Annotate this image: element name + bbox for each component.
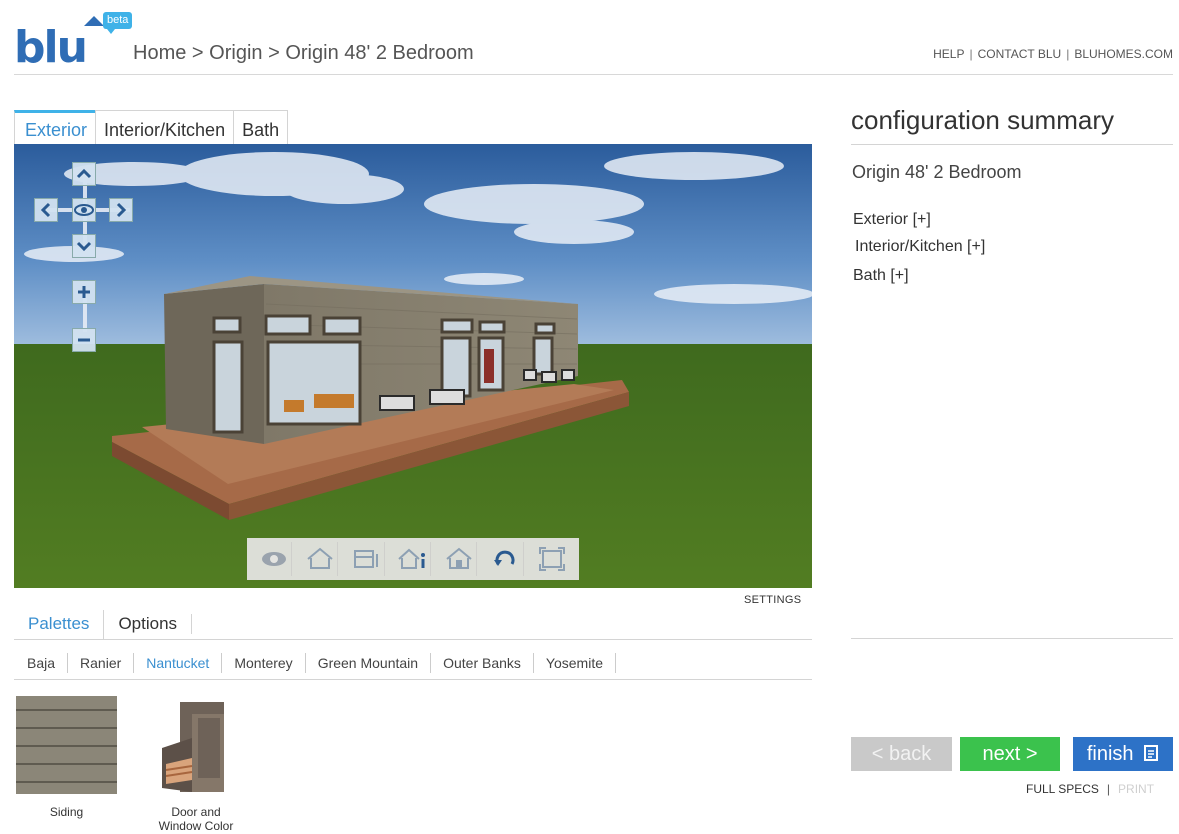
link-divider: | <box>1066 47 1070 61</box>
3d-viewer[interactable] <box>14 144 812 588</box>
view-tabs: Exterior Interior/Kitchen Bath <box>14 110 289 144</box>
contact-blu-link[interactable]: CONTACT BLU <box>978 47 1062 61</box>
logo-roof-icon <box>84 16 104 26</box>
swatch-label: Siding <box>49 805 84 819</box>
tab-exterior[interactable]: Exterior <box>14 110 97 144</box>
tab-palettes[interactable]: Palettes <box>14 610 105 640</box>
chevron-left-icon[interactable] <box>34 198 58 222</box>
view-toolbar <box>247 538 579 580</box>
panel-tabs: Palettes Options <box>14 610 812 640</box>
next-button[interactable]: next > <box>960 737 1060 771</box>
door-window-swatch-image <box>162 702 224 792</box>
palette-outer-banks[interactable]: Outer Banks <box>431 652 534 673</box>
summary-divider <box>851 144 1173 145</box>
logo-text: blu <box>14 22 88 73</box>
swatch-siding[interactable]: Siding <box>16 696 117 819</box>
house-info-icon[interactable] <box>395 542 431 576</box>
house-interior-icon[interactable] <box>441 542 478 576</box>
breadcrumb: Home > Origin > Origin 48' 2 Bedroom <box>133 42 474 65</box>
fullscreen-icon[interactable] <box>534 542 570 576</box>
summary-bottom-divider <box>851 638 1173 639</box>
full-specs-link[interactable]: FULL SPECS <box>1026 782 1099 796</box>
floorplan-icon[interactable] <box>349 542 385 576</box>
house-outline-icon[interactable] <box>302 542 339 576</box>
finish-label: finish <box>1086 743 1134 765</box>
swatch-door-window-color[interactable]: Door and Window Color <box>140 698 252 833</box>
eye-icon[interactable] <box>256 542 293 576</box>
siding-swatch-image <box>16 696 117 794</box>
finish-button[interactable]: finish <box>1073 737 1173 771</box>
breadcrumb-home[interactable]: Home <box>133 42 186 64</box>
breadcrumb-origin[interactable]: Origin <box>209 42 262 64</box>
summary-bath[interactable]: Bath [+] <box>853 267 909 285</box>
top-links: HELP | CONTACT BLU | BLUHOMES.COM <box>933 47 1173 61</box>
rotate-icon[interactable] <box>488 542 524 576</box>
model-name: Origin 48' 2 Bedroom <box>852 162 1022 182</box>
palette-yosemite[interactable]: Yosemite <box>534 652 616 673</box>
back-button[interactable]: < back <box>851 737 952 771</box>
chevron-down-icon[interactable] <box>72 234 96 258</box>
palette-list: Baja Ranier Nantucket Monterey Green Mou… <box>14 646 812 680</box>
palette-monterey[interactable]: Monterey <box>222 652 306 673</box>
blu-logo[interactable]: blu beta <box>14 12 139 73</box>
zoom-out-icon[interactable] <box>72 328 96 352</box>
chevron-right-icon[interactable] <box>109 198 133 222</box>
eye-icon[interactable] <box>72 198 96 222</box>
tab-bath[interactable]: Bath <box>233 110 289 144</box>
summary-interior-kitchen[interactable]: Interior/Kitchen [+] <box>855 238 985 256</box>
palette-baja[interactable]: Baja <box>14 652 69 673</box>
palette-ranier[interactable]: Ranier <box>68 653 133 673</box>
summary-exterior[interactable]: Exterior [+] <box>853 211 931 229</box>
breadcrumb-separator: > <box>191 42 204 64</box>
beta-badge: beta <box>103 12 133 34</box>
document-icon <box>1144 745 1159 761</box>
link-divider: | <box>969 47 973 61</box>
bluhomes-link[interactable]: BLUHOMES.COM <box>1074 47 1173 61</box>
link-divider: | <box>1106 782 1111 796</box>
print-link[interactable]: PRINT <box>1118 782 1154 796</box>
breadcrumb-separator: > <box>268 42 280 64</box>
house-render <box>14 144 812 588</box>
header-divider <box>14 74 1173 75</box>
help-link[interactable]: HELP <box>933 47 964 61</box>
swatch-label: Door and Window Color <box>140 805 252 833</box>
palette-nantucket[interactable]: Nantucket <box>133 652 223 673</box>
tab-interior-kitchen[interactable]: Interior/Kitchen <box>95 110 235 144</box>
tab-options[interactable]: Options <box>104 614 193 634</box>
swatch-label-line: Door and <box>171 805 221 819</box>
zoom-in-icon[interactable] <box>72 280 96 304</box>
summary-title: configuration summary <box>851 105 1114 135</box>
breadcrumb-current: Origin 48' 2 Bedroom <box>285 42 474 64</box>
footer-links: FULL SPECS | PRINT <box>1026 782 1154 796</box>
palette-green-mountain[interactable]: Green Mountain <box>306 652 432 673</box>
settings-link[interactable]: SETTINGS <box>744 594 801 606</box>
swatch-label-line: Window Color <box>158 819 234 833</box>
chevron-up-icon[interactable] <box>72 162 96 186</box>
